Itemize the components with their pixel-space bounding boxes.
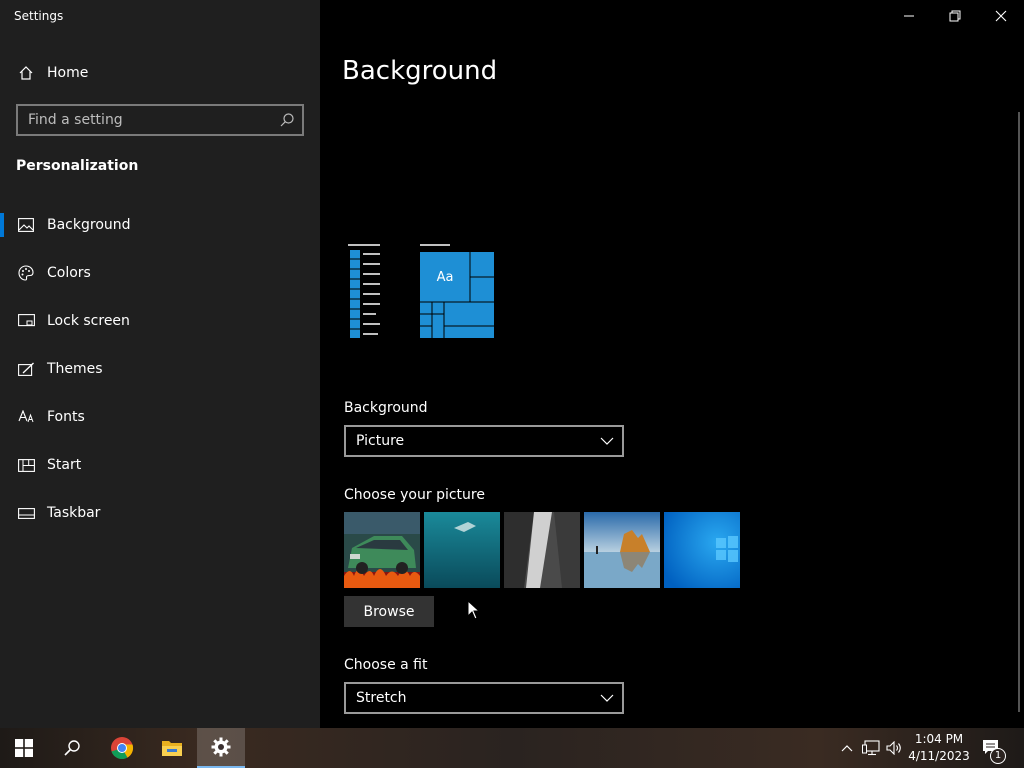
restore-icon bbox=[949, 10, 961, 22]
network-icon bbox=[862, 740, 880, 756]
picture-thumbnail-windows[interactable] bbox=[664, 512, 740, 588]
mouse-cursor-icon bbox=[467, 600, 481, 620]
search-icon bbox=[64, 740, 80, 756]
sidebar-item-fonts[interactable]: Fonts bbox=[0, 397, 320, 437]
sidebar-item-label: Themes bbox=[47, 361, 103, 377]
sidebar-item-colors[interactable]: Colors bbox=[0, 253, 320, 293]
fit-dropdown-value: Stretch bbox=[356, 690, 407, 706]
choose-fit-label: Choose a fit bbox=[344, 657, 428, 673]
gear-icon bbox=[211, 737, 231, 757]
taskbar-chrome[interactable] bbox=[98, 728, 146, 768]
lock-screen-icon bbox=[17, 312, 35, 330]
image-icon bbox=[17, 216, 35, 234]
chevron-down-icon bbox=[600, 694, 614, 702]
section-title: Personalization bbox=[16, 158, 139, 174]
sidebar-item-themes[interactable]: Themes bbox=[0, 349, 320, 389]
show-hidden-icons-button[interactable] bbox=[838, 728, 856, 768]
start-icon bbox=[17, 456, 35, 474]
sidebar-item-home[interactable]: Home bbox=[0, 53, 320, 93]
search-icon[interactable] bbox=[278, 111, 296, 129]
restore-button[interactable] bbox=[932, 0, 978, 32]
close-button[interactable] bbox=[978, 0, 1024, 32]
minimize-icon bbox=[904, 15, 914, 17]
taskbar-clock[interactable]: 1:04 PM 4/11/2023 bbox=[900, 731, 978, 765]
home-icon bbox=[17, 64, 35, 82]
sidebar-item-label: Colors bbox=[47, 265, 91, 281]
preview-tile-text: Aa bbox=[436, 270, 454, 285]
background-dropdown-value: Picture bbox=[356, 433, 405, 449]
palette-icon bbox=[17, 264, 35, 282]
sidebar-item-label: Home bbox=[47, 65, 89, 81]
taskbar-search-button[interactable] bbox=[48, 728, 96, 768]
chevron-down-icon bbox=[600, 437, 614, 445]
sidebar-item-lock-screen[interactable]: Lock screen bbox=[0, 301, 320, 341]
fit-dropdown[interactable]: Stretch bbox=[344, 682, 624, 714]
taskbar-icon bbox=[17, 504, 35, 522]
taskbar-settings[interactable] bbox=[197, 728, 245, 768]
browse-button[interactable]: Browse bbox=[344, 596, 434, 627]
windows-logo-icon bbox=[15, 739, 33, 757]
choose-picture-label: Choose your picture bbox=[344, 487, 485, 503]
sidebar-item-start[interactable]: Start bbox=[0, 445, 320, 485]
picture-thumbnail-car[interactable] bbox=[344, 512, 420, 588]
close-icon bbox=[995, 10, 1007, 22]
sidebar-item-label: Start bbox=[47, 457, 82, 473]
fonts-icon bbox=[17, 408, 35, 426]
minimize-button[interactable] bbox=[886, 0, 932, 32]
sidebar-item-label: Fonts bbox=[47, 409, 85, 425]
chrome-icon bbox=[111, 737, 134, 760]
background-dropdown[interactable]: Picture bbox=[344, 425, 624, 457]
notification-badge: 1 bbox=[990, 748, 1006, 764]
search-input[interactable] bbox=[18, 106, 278, 134]
background-label: Background bbox=[344, 400, 428, 416]
clock-date: 4/11/2023 bbox=[908, 749, 970, 763]
sidebar-item-label: Taskbar bbox=[47, 505, 101, 521]
picture-thumbnail-beach[interactable] bbox=[584, 512, 660, 588]
scrollbar[interactable] bbox=[1018, 112, 1020, 712]
sidebar-item-background[interactable]: Background bbox=[0, 205, 320, 245]
sidebar-item-label: Background bbox=[47, 217, 131, 233]
clock-time: 1:04 PM bbox=[914, 732, 964, 746]
picture-thumbnail-underwater[interactable] bbox=[424, 512, 500, 588]
picture-thumbnail-waterfall[interactable] bbox=[504, 512, 580, 588]
search-box[interactable] bbox=[16, 104, 304, 136]
folder-icon bbox=[162, 741, 182, 756]
chevron-up-icon bbox=[841, 745, 853, 752]
taskbar-file-explorer[interactable] bbox=[148, 728, 196, 768]
start-button[interactable] bbox=[0, 728, 48, 768]
network-button[interactable] bbox=[860, 728, 882, 768]
sidebar-item-taskbar[interactable]: Taskbar bbox=[0, 493, 320, 533]
sidebar-item-label: Lock screen bbox=[47, 313, 130, 329]
background-preview bbox=[348, 244, 494, 338]
page-title: Background bbox=[342, 56, 498, 86]
themes-icon bbox=[17, 360, 35, 378]
app-title: Settings bbox=[14, 9, 64, 23]
